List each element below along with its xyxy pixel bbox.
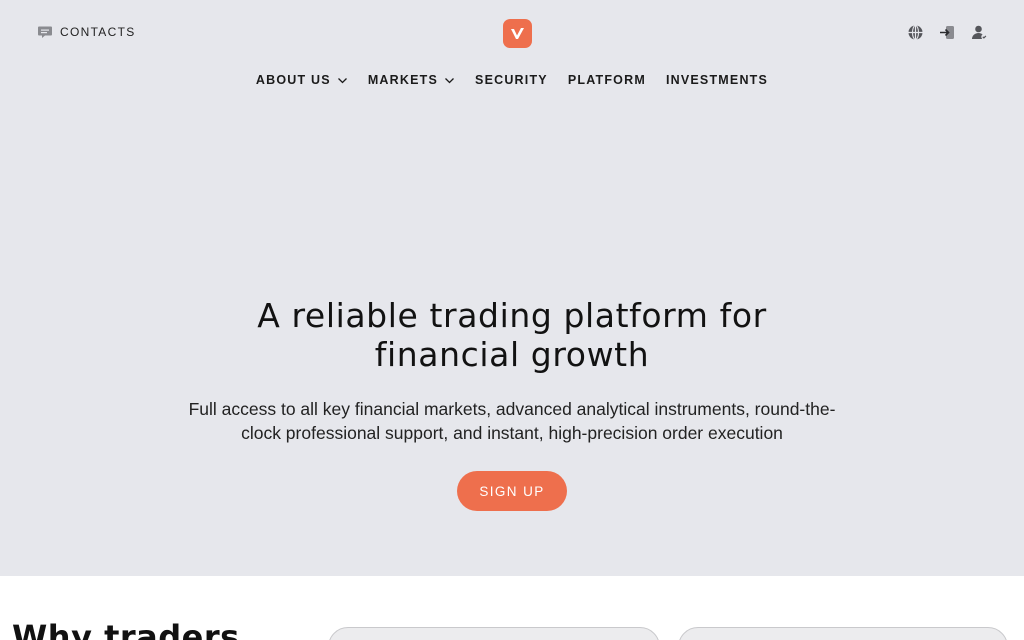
chevron-down-icon	[444, 75, 455, 86]
chat-icon	[37, 24, 53, 40]
header-actions	[907, 24, 988, 41]
feature-card[interactable]	[678, 627, 1008, 640]
hero-section: CONTACTS ABOUT US MARKETS SECURITY PLATF…	[0, 0, 1024, 576]
brand-logo[interactable]	[503, 19, 532, 48]
sign-up-button[interactable]: SIGN UP	[457, 471, 567, 511]
contacts-link[interactable]: CONTACTS	[37, 24, 136, 40]
nav-item-label: INVESTMENTS	[665, 73, 769, 87]
nav-item-label: MARKETS	[367, 73, 439, 87]
login-icon[interactable]	[939, 24, 956, 41]
hero-headline-line1: A reliable trading platform for	[257, 296, 767, 335]
hero-headline-line2: financial growth	[374, 335, 650, 374]
chevron-down-icon	[337, 75, 348, 86]
user-icon[interactable]	[971, 24, 988, 41]
nav-item-label: SECURITY	[475, 73, 548, 87]
hero-subtitle: Full access to all key financial markets…	[152, 397, 872, 445]
feature-card[interactable]	[328, 627, 660, 640]
nav-item-markets[interactable]: MARKETS	[368, 73, 455, 87]
hero-headline: A reliable trading platform for financia…	[112, 296, 912, 374]
hero-subtitle-line2: clock professional support, and instant,…	[241, 423, 783, 443]
nav-item-investments[interactable]: INVESTMENTS	[666, 73, 768, 87]
brand-v-logo-icon	[510, 27, 524, 39]
globe-icon[interactable]	[907, 24, 924, 41]
section-heading: Why traders	[12, 618, 240, 640]
contacts-label: CONTACTS	[60, 25, 136, 39]
nav-item-label: ABOUT US	[255, 73, 331, 87]
hero-subtitle-line1: Full access to all key financial markets…	[188, 399, 836, 419]
nav-item-platform[interactable]: PLATFORM	[568, 73, 646, 87]
main-nav: ABOUT US MARKETS SECURITY PLATFORM INVES…	[0, 73, 1024, 87]
nav-item-label: PLATFORM	[567, 73, 646, 87]
nav-item-security[interactable]: SECURITY	[475, 73, 548, 87]
nav-item-about-us[interactable]: ABOUT US	[256, 73, 348, 87]
